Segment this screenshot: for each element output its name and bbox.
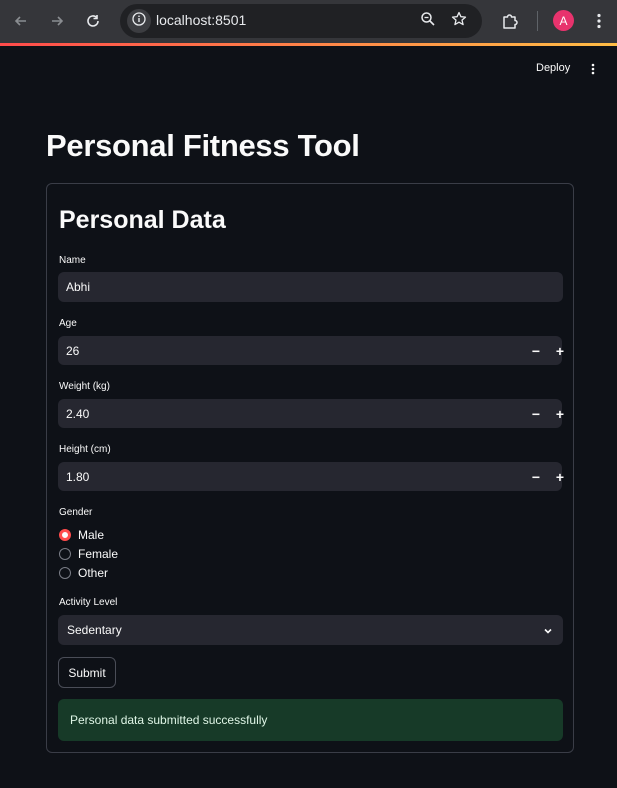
profile-avatar[interactable]: A [553,10,574,31]
weight-decrement-button[interactable]: − [524,399,548,428]
address-bar[interactable]: localhost:8501 [120,4,482,38]
gender-option-label: Female [78,547,119,561]
height-label: Height (cm) [59,444,111,455]
toolbar-divider [537,11,538,31]
forward-button[interactable] [44,8,70,34]
browser-toolbar: localhost:8501 A [0,0,617,44]
weight-increment-button[interactable]: + [548,399,572,428]
weight-input[interactable]: 2.40 − + [58,399,564,428]
deploy-button[interactable]: Deploy [536,62,570,74]
page-title: Personal Fitness Tool [46,128,360,163]
name-input[interactable]: Abhi [58,272,563,302]
gender-option-male[interactable]: Male [59,527,104,543]
gender-option-label: Male [78,528,105,542]
age-input[interactable]: 26 − + [58,336,564,365]
url-text: localhost:8501 [156,12,247,28]
activity-level-select[interactable]: Sedentary [58,615,563,645]
section-title: Personal Data [59,206,226,234]
name-label: Name [59,255,86,266]
gender-option-other[interactable]: Other [59,565,108,581]
age-label: Age [59,318,77,329]
kebab-menu-icon [591,62,595,80]
submit-button[interactable]: Submit [58,657,116,688]
gender-option-label: Other [78,566,109,580]
radio-unselected-icon [59,548,71,560]
activity-level-value: Sedentary [67,623,122,637]
app-menu-button[interactable] [586,62,600,80]
height-decrement-button[interactable]: − [524,462,548,491]
name-value: Abhi [66,280,91,294]
gender-option-female[interactable]: Female [59,546,118,562]
star-icon [451,11,467,32]
personal-data-form: Personal Data Name Abhi Age 26 − + Weigh… [46,183,574,753]
height-input[interactable]: 1.80 − + [58,462,564,491]
reload-icon [85,13,101,29]
arrow-right-icon [49,13,65,29]
bookmark-button[interactable] [449,11,469,31]
weight-label: Weight (kg) [59,381,110,392]
info-icon [132,11,146,31]
zoom-icon [420,11,436,32]
height-value: 1.80 [66,470,90,484]
zoom-button[interactable] [418,11,438,31]
back-button[interactable] [8,8,34,34]
radio-selected-icon [59,529,71,541]
arrow-left-icon [13,13,29,29]
activity-level-label: Activity Level [59,597,118,608]
height-increment-button[interactable]: + [548,462,572,491]
extensions-button[interactable] [497,8,523,34]
browser-menu-button[interactable] [586,8,612,34]
radio-unselected-icon [59,567,71,579]
gender-label: Gender [59,507,93,518]
site-info-button[interactable] [127,9,151,33]
success-alert: Personal data submitted successfully [58,699,563,741]
age-increment-button[interactable]: + [548,336,572,365]
age-value: 26 [66,344,80,358]
puzzle-icon [501,12,519,30]
chevron-down-icon [542,624,554,636]
kebab-menu-icon [597,13,601,29]
reload-button[interactable] [80,8,106,34]
success-message: Personal data submitted successfully [70,713,268,727]
age-decrement-button[interactable]: − [524,336,548,365]
weight-value: 2.40 [66,407,90,421]
app-loading-bar [0,43,617,46]
